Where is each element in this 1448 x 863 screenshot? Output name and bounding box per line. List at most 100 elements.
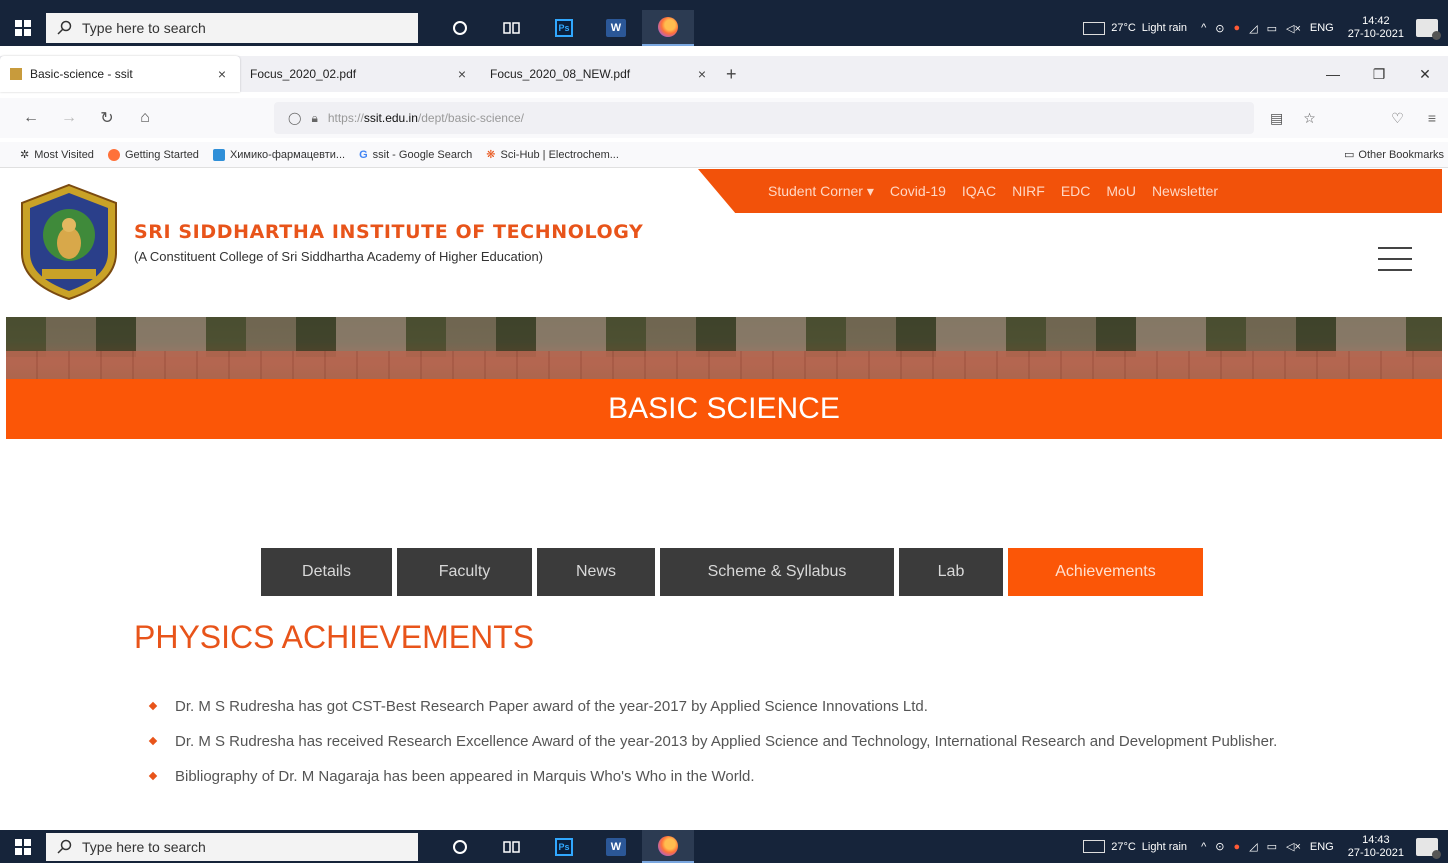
network-icon[interactable]: ◿ <box>1249 22 1257 35</box>
notification-icon[interactable] <box>1416 19 1441 40</box>
windows-icon <box>15 838 31 855</box>
nav-student-corner[interactable]: Student Corner ▾ <box>768 183 874 200</box>
chevron-up-icon[interactable]: ^ <box>1201 22 1206 34</box>
word-taskbar-button[interactable]: W <box>590 10 642 46</box>
back-arrow-icon[interactable]: ← <box>12 109 50 127</box>
bookmark-pharma[interactable]: Химико-фармацевти... <box>212 148 345 161</box>
cortana-button[interactable] <box>434 830 486 863</box>
volume-icon[interactable]: ◁× <box>1286 840 1301 853</box>
network-icon[interactable]: ◿ <box>1249 840 1257 853</box>
menu-icon[interactable]: ≡ <box>1428 110 1436 127</box>
firefox-tray-icon[interactable]: ● <box>1233 841 1240 853</box>
college-title: SRI SIDDHARTHA INSTITUTE OF TECHNOLOGY <box>134 221 644 243</box>
nav-edc[interactable]: EDC <box>1061 183 1091 199</box>
photoshop-taskbar-button[interactable]: Ps <box>538 10 590 46</box>
clock[interactable]: 14:43 27-10-2021 <box>1348 834 1404 860</box>
scihub-icon: ❋ <box>486 149 496 161</box>
nav-iqac[interactable]: IQAC <box>962 183 996 199</box>
tab-details[interactable]: Details <box>261 548 392 596</box>
weather-widget[interactable]: 27°C Light rain <box>1083 840 1187 853</box>
bookmark-label: Most Visited <box>34 148 94 161</box>
bookmark-label: ssit - Google Search <box>372 148 473 161</box>
firefox-tray-icon[interactable]: ● <box>1233 22 1240 34</box>
bookmark-most-visited[interactable]: ✲ Most Visited <box>20 148 94 162</box>
pocket-icon[interactable]: ♡ <box>1391 110 1404 127</box>
bookmark-getting-started[interactable]: Getting Started <box>107 148 199 161</box>
tab-label: Focus_2020_08_NEW.pdf <box>490 67 631 81</box>
language-indicator[interactable]: ENG <box>1310 22 1334 34</box>
battery-icon[interactable]: ▭ <box>1267 840 1277 853</box>
volume-icon[interactable]: ◁× <box>1286 22 1301 35</box>
taskbar-search-input[interactable]: Type here to search <box>46 832 418 861</box>
tab-label: Basic-science - ssit <box>30 67 133 81</box>
college-logo[interactable] <box>18 183 120 301</box>
browser-tab-focus-08[interactable]: Focus_2020_08_NEW.pdf × <box>480 56 720 92</box>
minimize-icon[interactable]: — <box>1310 66 1356 83</box>
task-view-button[interactable] <box>486 830 538 863</box>
bookmark-site-icon <box>212 148 225 161</box>
tab-scheme-syllabus[interactable]: Scheme & Syllabus <box>660 548 894 596</box>
college-subtitle: (A Constituent College of Sri Siddhartha… <box>134 249 544 264</box>
meet-now-icon[interactable]: ⊙ <box>1215 840 1224 853</box>
reload-icon[interactable]: ↻ <box>88 108 126 128</box>
web-page: Student Corner ▾ Covid-19 IQAC NIRF EDC … <box>0 169 1448 830</box>
reader-view-icon[interactable]: ▤ <box>1270 110 1283 127</box>
tab-label: Focus_2020_02.pdf <box>250 67 357 81</box>
folder-icon: ▭ <box>1344 149 1355 161</box>
firefox-taskbar-button[interactable] <box>642 830 694 863</box>
browser-tab-basic-science[interactable]: Basic-science - ssit × <box>0 56 240 92</box>
bookmark-star-icon[interactable]: ☆ <box>1303 110 1316 127</box>
achievements-list: Dr. M S Rudresha has got CST-Best Resear… <box>148 695 1328 800</box>
tab-news[interactable]: News <box>537 548 655 596</box>
start-button[interactable] <box>0 10 46 46</box>
firefox-taskbar-button[interactable] <box>642 10 694 46</box>
google-icon: G <box>359 148 368 161</box>
notification-icon[interactable] <box>1416 837 1441 859</box>
tab-faculty[interactable]: Faculty <box>397 548 532 596</box>
new-tab-icon[interactable]: + <box>726 64 737 85</box>
bookmark-label: Other Bookmarks <box>1358 148 1444 161</box>
tab-lab[interactable]: Lab <box>899 548 1003 596</box>
nav-nirf[interactable]: NIRF <box>1012 183 1045 199</box>
url-bar[interactable]: ◯ 🔒︎ https://ssit.edu.in/dept/basic-scie… <box>274 102 1254 134</box>
firefox-icon <box>658 835 678 856</box>
tab-achievements[interactable]: Achievements <box>1008 548 1203 596</box>
tab-close-icon[interactable]: × <box>698 66 706 82</box>
nav-mou[interactable]: MoU <box>1106 183 1136 199</box>
lock-icon[interactable]: 🔒︎ <box>311 111 317 126</box>
battery-icon[interactable]: ▭ <box>1267 22 1277 35</box>
cortana-icon <box>453 839 467 854</box>
browser-tab-focus-02[interactable]: Focus_2020_02.pdf × <box>240 56 480 92</box>
clock[interactable]: 14:42 27-10-2021 <box>1348 15 1404 41</box>
tab-close-icon[interactable]: × <box>218 66 226 82</box>
meet-now-icon[interactable]: ⊙ <box>1215 22 1224 35</box>
hamburger-menu-icon[interactable] <box>1378 247 1412 271</box>
task-view-button[interactable] <box>486 10 538 46</box>
word-taskbar-button[interactable]: W <box>590 830 642 863</box>
maximize-icon[interactable]: ❐ <box>1356 66 1402 83</box>
bookmark-google-search[interactable]: Gssit - Google Search <box>359 149 472 161</box>
photoshop-taskbar-button[interactable]: Ps <box>538 830 590 863</box>
chevron-up-icon[interactable]: ^ <box>1201 841 1206 853</box>
cortana-icon <box>453 21 467 35</box>
word-icon: W <box>606 19 626 37</box>
language-indicator[interactable]: ENG <box>1310 841 1334 853</box>
tab-close-icon[interactable]: × <box>458 66 466 82</box>
nav-newsletter[interactable]: Newsletter <box>1152 183 1218 199</box>
photoshop-icon: Ps <box>555 19 573 37</box>
close-window-icon[interactable]: ✕ <box>1402 66 1448 83</box>
nav-covid[interactable]: Covid-19 <box>890 183 946 199</box>
bookmark-scihub[interactable]: ❋ Sci-Hub | Electrochem... <box>486 148 619 162</box>
weather-widget[interactable]: 27°C Light rain <box>1083 21 1187 35</box>
home-icon[interactable]: ⌂ <box>126 109 164 127</box>
forward-arrow-icon[interactable]: → <box>50 109 88 127</box>
task-view-icon <box>503 840 520 853</box>
start-button[interactable] <box>0 830 46 863</box>
other-bookmarks[interactable]: ▭ Other Bookmarks <box>1344 148 1444 162</box>
cortana-button[interactable] <box>434 10 486 46</box>
weather-temp: 27°C <box>1111 22 1136 34</box>
task-view-icon <box>503 22 520 34</box>
shield-icon[interactable]: ◯ <box>288 111 301 125</box>
weather-temp: 27°C <box>1111 840 1136 853</box>
taskbar-search-input[interactable]: Type here to search <box>46 13 418 43</box>
